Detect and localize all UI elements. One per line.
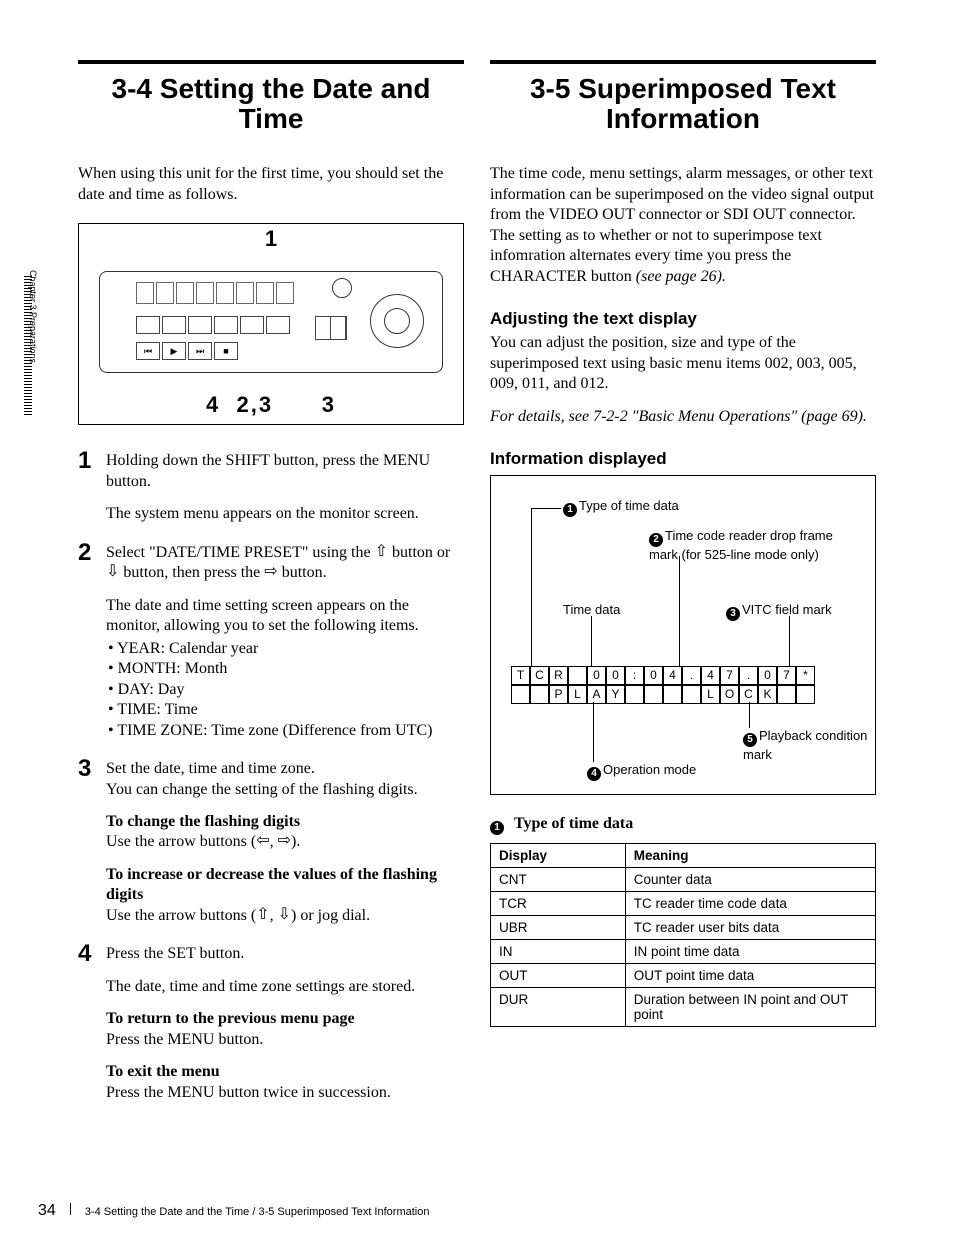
section-3-4-heading: 3-4 Setting the Date and Time <box>78 64 464 134</box>
section-3-5-heading: 3-5 Superimposed Text Information <box>490 64 876 134</box>
section-3-5-intro: The time code, menu settings, alarm mess… <box>490 164 876 287</box>
left-column: 3-4 Setting the Date and Time When using… <box>78 60 464 1119</box>
time-data-table: Display Meaning CNTCounter dataTCRTC rea… <box>490 843 876 1027</box>
adjust-reference: For details, see 7-2-2 "Basic Menu Opera… <box>490 407 876 427</box>
adjust-paragraph: You can adjust the position, size and ty… <box>490 333 876 394</box>
device-figure: 1 ⏮▶⏭■ 4 2,3 3 <box>78 223 464 425</box>
adjust-heading: Adjusting the text display <box>490 309 876 329</box>
section-3-4-intro: When using this unit for the first time,… <box>78 164 464 205</box>
information-display-figure: 1Type of time data 2Time code reader dro… <box>490 475 876 795</box>
info-displayed-heading: Information displayed <box>490 449 876 469</box>
steps-list: 1 Holding down the SHIFT button, press t… <box>78 449 464 1103</box>
page-footer: 34 3-4 Setting the Date and the Time / 3… <box>38 1202 429 1220</box>
table-title: 1 Type of time data <box>490 815 876 835</box>
right-column: 3-5 Superimposed Text Information The ti… <box>490 60 876 1119</box>
chapter-tab: Chapter 3 Preparations <box>24 276 54 416</box>
